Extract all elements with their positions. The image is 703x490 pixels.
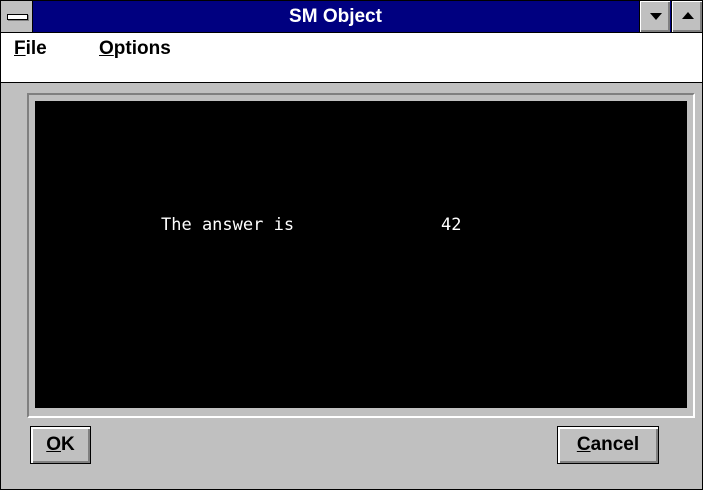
- menu-bar: File Options: [1, 33, 702, 83]
- ok-button[interactable]: OK: [30, 426, 91, 464]
- title-bar[interactable]: SM Object: [1, 1, 702, 33]
- minimize-arrow-icon: [650, 13, 662, 20]
- maximize-arrow-icon: [682, 12, 694, 19]
- client-area: [1, 83, 702, 93]
- menu-file-label: ile: [25, 38, 47, 59]
- window-title: SM Object: [289, 6, 382, 27]
- system-menu-icon: [7, 14, 28, 20]
- menu-options-accelerator: O: [99, 38, 114, 59]
- menu-file-accelerator: F: [14, 38, 26, 59]
- ok-accelerator: O: [46, 434, 62, 455]
- cancel-accelerator: C: [576, 434, 591, 455]
- output-display: The answer is 42: [35, 101, 687, 408]
- maximize-button[interactable]: [671, 1, 702, 32]
- menu-file[interactable]: File: [14, 35, 47, 63]
- answer-label: The answer is: [161, 215, 295, 235]
- minimize-button[interactable]: [639, 1, 670, 32]
- sm-object-window: SM Object File Options The answer is 42 …: [0, 0, 703, 490]
- cancel-label: ancel: [590, 434, 640, 455]
- ok-label: K: [61, 434, 75, 455]
- answer-value: 42: [441, 215, 462, 235]
- menu-options[interactable]: Options: [99, 35, 171, 63]
- menu-options-label: ptions: [113, 38, 171, 59]
- system-menu-button[interactable]: [1, 1, 33, 32]
- cancel-button[interactable]: Cancel: [557, 426, 659, 464]
